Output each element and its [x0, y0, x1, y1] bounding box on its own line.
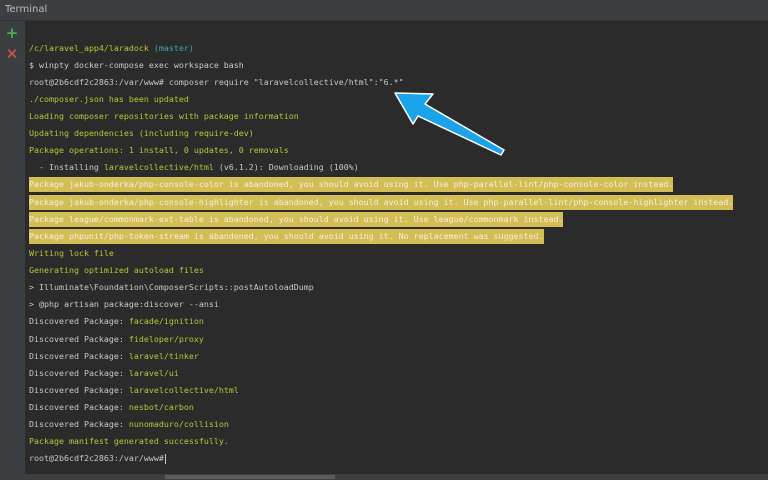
arrow-annotation [394, 92, 505, 156]
arrow-icon [394, 92, 505, 156]
